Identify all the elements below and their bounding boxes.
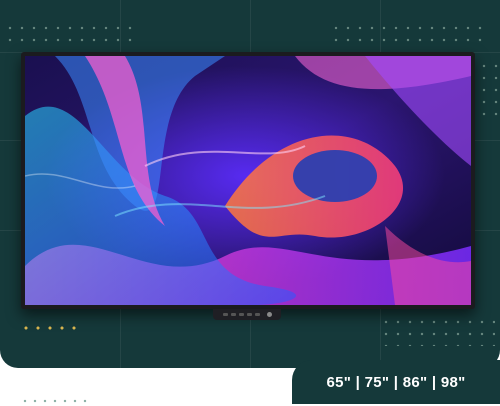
port-icon (246, 313, 252, 316)
power-indicator-icon (266, 312, 272, 317)
decorative-dot-grid (330, 22, 490, 48)
display-device (21, 52, 475, 309)
size-options-label: 65" | 75" | 86" | 98" (326, 373, 466, 391)
size-options-badge: 65" | 75" | 86" | 98" (292, 360, 500, 404)
port-icon (238, 313, 244, 316)
port-icon (222, 313, 228, 316)
port-icon (254, 313, 260, 316)
port-icon (230, 313, 236, 316)
decorative-dot-row (20, 398, 90, 404)
abstract-wallpaper-image (25, 56, 471, 305)
accent-dot-row (20, 322, 84, 334)
decorative-dot-grid (4, 22, 134, 48)
display-screen (25, 56, 471, 305)
decorative-dot-grid (380, 316, 495, 346)
decorative-dot-grid (478, 60, 498, 120)
device-control-bar (213, 309, 281, 320)
